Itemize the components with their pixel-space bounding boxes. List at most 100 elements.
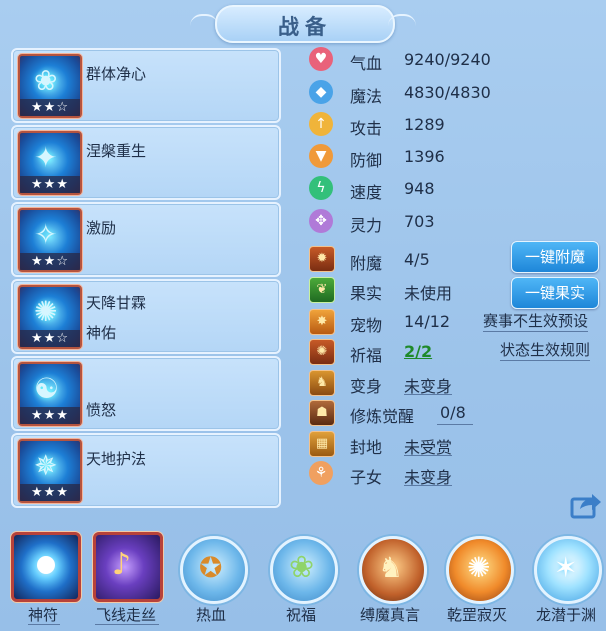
skill-name: 天降甘霖 bbox=[86, 294, 147, 312]
enchant-label: 附魔 bbox=[350, 254, 383, 273]
annihilate-icon: ✺ bbox=[467, 551, 491, 584]
fruit-all-button[interactable]: 一键果实 bbox=[511, 277, 599, 309]
inspire-skill-icon: ✧ ★★☆ bbox=[18, 208, 82, 272]
children-icon: ⚘ bbox=[309, 461, 333, 485]
enchant-value: 4/5 bbox=[404, 250, 430, 269]
dragon-slot[interactable]: ✶ bbox=[534, 536, 602, 604]
sword-icon: ↑ bbox=[309, 112, 333, 136]
skill-card-3[interactable]: ✧ ★★☆ 激励 bbox=[11, 202, 281, 277]
purify-skill-icon: ❀ ★★☆ bbox=[18, 54, 82, 118]
skill-name: 群体净心 bbox=[86, 65, 147, 83]
enchant-all-button[interactable]: 一键附魔 bbox=[511, 241, 599, 273]
skill-stars: ★★★ bbox=[20, 407, 80, 424]
talisman-label: 神符 bbox=[27, 606, 58, 624]
share-icon[interactable] bbox=[570, 491, 602, 519]
rebirth-skill-icon: ✦ ★★★ bbox=[18, 131, 82, 195]
pet-label: 宠物 bbox=[350, 316, 383, 335]
fief-underline bbox=[404, 455, 452, 456]
mana-icon: ◆ bbox=[309, 80, 333, 104]
annihilate-label: 乾罡寂灭 bbox=[446, 606, 507, 624]
skill-stars: ★★★ bbox=[20, 484, 80, 501]
skill-stars: ★★☆ bbox=[20, 330, 80, 347]
guardian-skill-icon: ✵ ★★★ bbox=[18, 439, 82, 503]
dragon-icon: ✶ bbox=[554, 551, 578, 584]
cultivate-value[interactable]: 0/8 bbox=[440, 403, 466, 422]
heart-icon: ♥ bbox=[309, 47, 333, 71]
title-ornament-right bbox=[388, 14, 416, 26]
stat-label-mp: 魔法 bbox=[350, 87, 383, 106]
stat-label-spirit: 灵力 bbox=[350, 216, 383, 235]
page-title: 战备 bbox=[278, 15, 332, 39]
blessing-label: 祝福 bbox=[285, 606, 316, 624]
rain-skill-icon: ✺ ★★☆ bbox=[18, 285, 82, 349]
shield-icon: ▼ bbox=[309, 144, 333, 168]
fruit-icon: ❦ bbox=[309, 277, 335, 303]
speed-icon: ϟ bbox=[309, 176, 333, 200]
cultivate-icon: ☗ bbox=[309, 400, 335, 426]
skill-name: 愤怒 bbox=[86, 401, 117, 419]
stat-value-attack: 1289 bbox=[404, 115, 445, 134]
skill-card-5[interactable]: ☯ ★★★ 愤怒 bbox=[11, 356, 281, 431]
bind-demon-icon: ♞ bbox=[378, 551, 404, 584]
bless-label: 祈福 bbox=[350, 346, 383, 365]
thread-icon: ♪ bbox=[112, 547, 132, 582]
skill-name-secondary: 神佑 bbox=[86, 324, 117, 342]
stat-value-speed: 948 bbox=[404, 179, 435, 198]
stat-value-defense: 1396 bbox=[404, 147, 445, 166]
skill-name: 天地护法 bbox=[86, 450, 147, 468]
cultivate-underline bbox=[437, 424, 473, 425]
title-ornament-left bbox=[190, 14, 218, 26]
stat-label-speed: 速度 bbox=[350, 183, 383, 202]
bind-demon-label: 缚魔真言 bbox=[359, 606, 420, 624]
skill-card-1[interactable]: ❀ ★★☆ 群体净心 bbox=[11, 48, 281, 123]
pet-icon: ✸ bbox=[309, 309, 335, 335]
bind-demon-slot[interactable]: ♞ bbox=[359, 536, 427, 604]
children-label: 子女 bbox=[350, 468, 383, 487]
thread-label: 飞线走丝 bbox=[95, 606, 156, 624]
skill-card-4[interactable]: ✺ ★★☆ 天降甘霖 神佑 bbox=[11, 279, 281, 354]
thread-slot[interactable]: ♪ bbox=[93, 532, 163, 602]
hot-blood-label: 热血 bbox=[195, 606, 226, 624]
blessing-slot[interactable]: ❀ bbox=[270, 536, 338, 604]
status-rule-link[interactable]: 状态生效规则 bbox=[500, 340, 591, 361]
title-tab: 战备 bbox=[215, 5, 395, 43]
fief-icon: ▦ bbox=[309, 431, 335, 457]
children-underline bbox=[404, 485, 452, 486]
skill-stars: ★★★ bbox=[20, 176, 80, 193]
stat-label-attack: 攻击 bbox=[350, 119, 383, 138]
event-preset-link[interactable]: 赛事不生效预设 bbox=[483, 311, 589, 332]
skill-stars: ★★☆ bbox=[20, 253, 80, 270]
skill-name: 涅槃重生 bbox=[86, 142, 147, 160]
pet-value: 14/12 bbox=[404, 312, 451, 331]
hot-blood-slot[interactable]: ✪ bbox=[180, 536, 248, 604]
bottom-label-underline-1 bbox=[28, 624, 60, 625]
skill-stars: ★★☆ bbox=[20, 99, 80, 116]
spirit-icon: ✥ bbox=[309, 209, 333, 233]
blessing-icon: ❀ bbox=[289, 550, 315, 585]
stat-label-defense: 防御 bbox=[350, 151, 383, 170]
enchant-icon: ✹ bbox=[309, 246, 335, 272]
cultivate-label: 修炼觉醒 bbox=[350, 407, 415, 426]
bottom-label-underline-2 bbox=[95, 624, 159, 625]
stat-value-spirit: 703 bbox=[404, 212, 435, 231]
skill-name: 激励 bbox=[86, 219, 117, 237]
bless-icon: ✺ bbox=[309, 339, 335, 365]
bless-value[interactable]: 2/2 bbox=[404, 342, 432, 361]
fruit-value: 未使用 bbox=[404, 284, 453, 303]
rage-skill-icon: ☯ ★★★ bbox=[18, 362, 82, 426]
fief-label: 封地 bbox=[350, 438, 383, 457]
talisman-slot[interactable] bbox=[11, 532, 81, 602]
transform-label: 变身 bbox=[350, 377, 383, 396]
annihilate-slot[interactable]: ✺ bbox=[446, 536, 514, 604]
talisman-icon bbox=[37, 556, 55, 574]
stat-value-hp: 9240/9240 bbox=[404, 50, 491, 69]
battle-prep-panel: 战备 ❀ ★★☆ 群体净心 ✦ ★★★ 涅槃重生 ✧ ★★☆ 激励 ✺ ★★☆ … bbox=[0, 0, 606, 631]
skill-card-2[interactable]: ✦ ★★★ 涅槃重生 bbox=[11, 125, 281, 200]
transform-underline bbox=[404, 394, 452, 395]
stat-label-hp: 气血 bbox=[350, 54, 383, 73]
hot-blood-icon: ✪ bbox=[199, 551, 223, 584]
skill-card-6[interactable]: ✵ ★★★ 天地护法 bbox=[11, 433, 281, 508]
transform-icon: ♞ bbox=[309, 370, 335, 396]
fruit-label: 果实 bbox=[350, 284, 383, 303]
stat-value-mp: 4830/4830 bbox=[404, 83, 491, 102]
